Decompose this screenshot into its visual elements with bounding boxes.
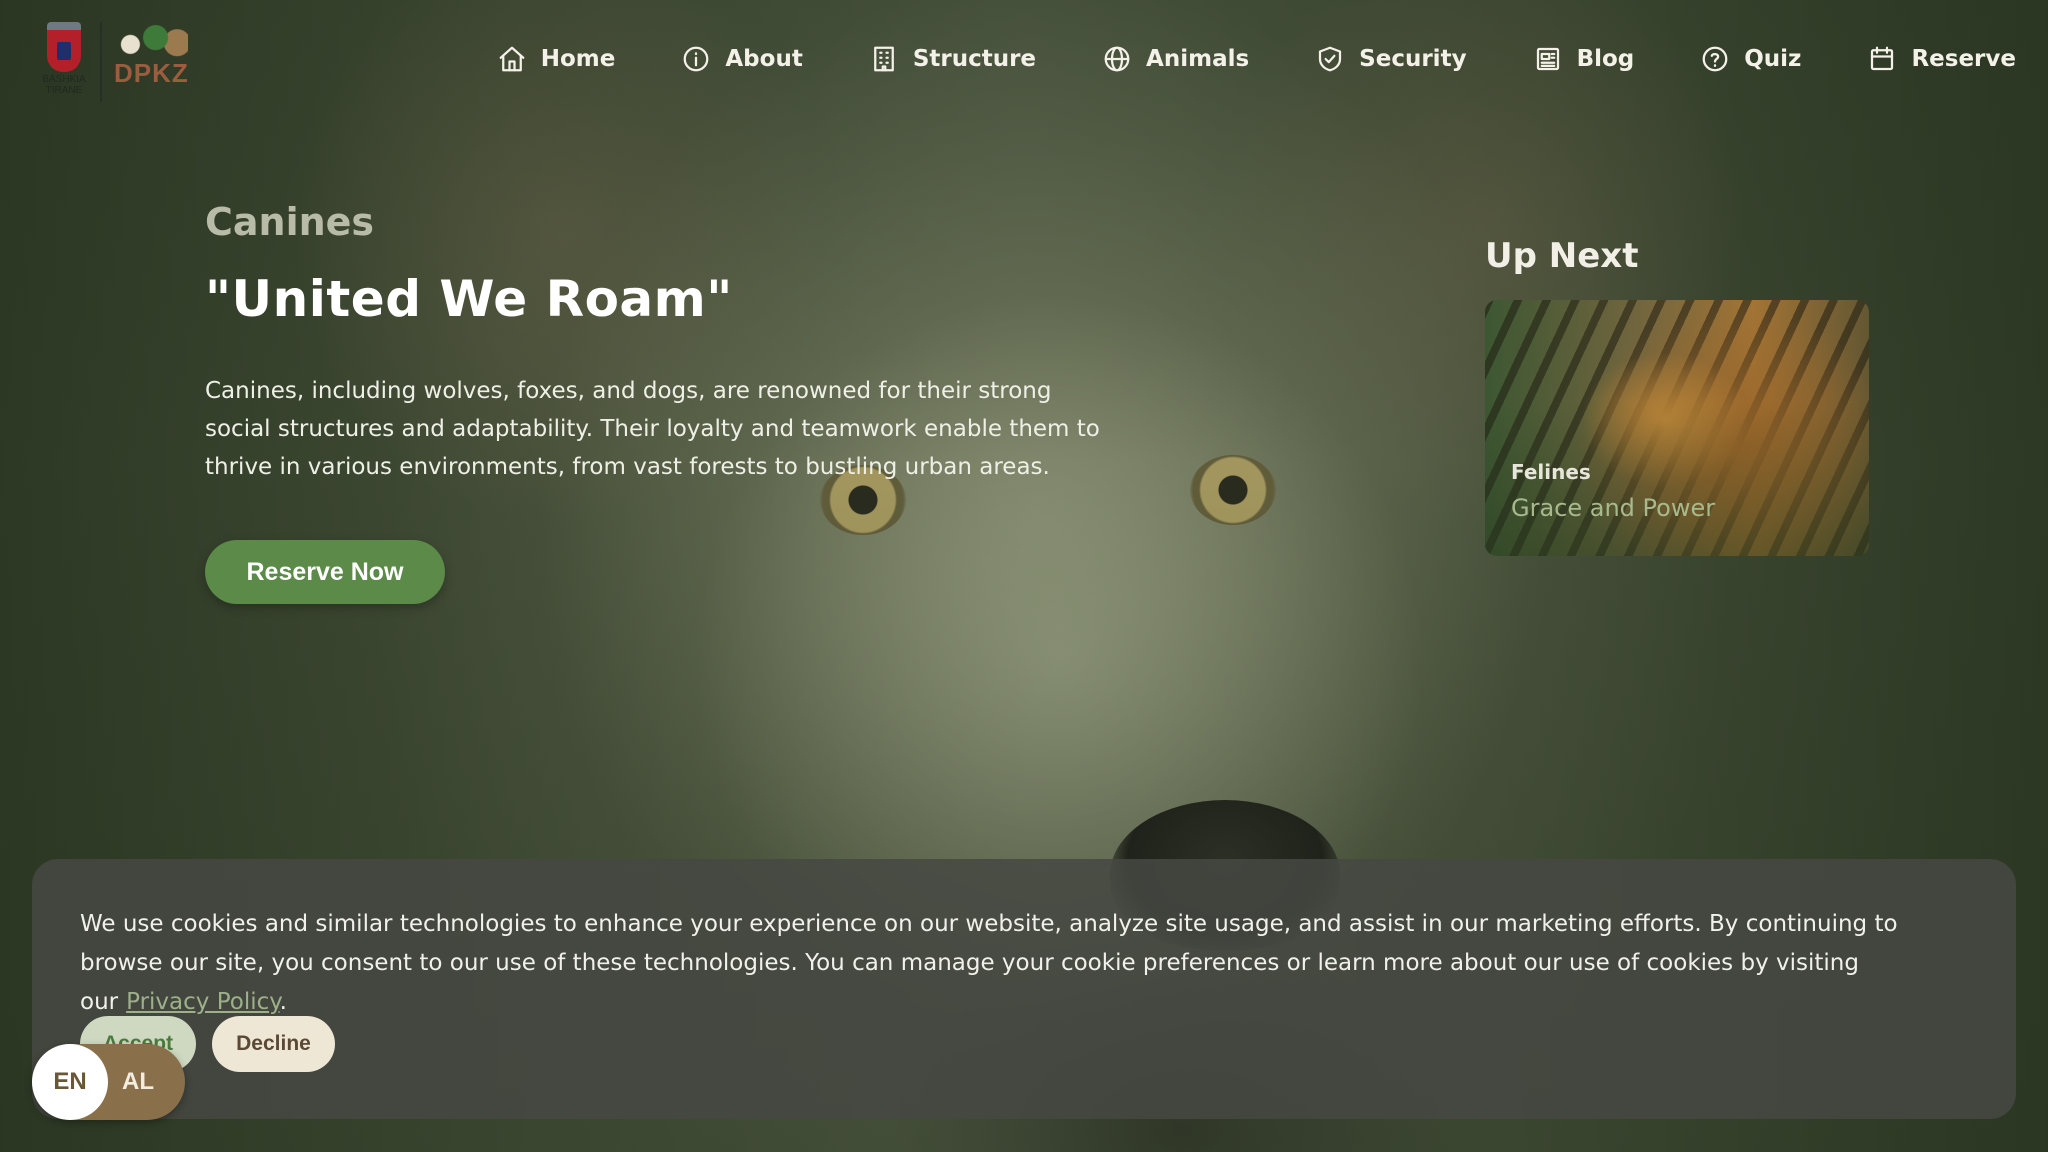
nav-blog[interactable]: Blog <box>1533 44 1635 74</box>
home-icon <box>497 44 527 74</box>
nav-label: Structure <box>912 46 1037 72</box>
up-next-panel: Up Next Felines Grace and Power <box>1485 236 1869 556</box>
newspaper-icon <box>1533 44 1563 74</box>
info-icon <box>681 44 711 74</box>
up-next-card-category: Felines <box>1511 460 1591 484</box>
cookie-banner: We use cookies and similar technologies … <box>32 859 2016 1119</box>
dpkz-animals-icon <box>116 24 188 58</box>
nav-structure[interactable]: Structure <box>869 44 1036 74</box>
nav-label: Reserve <box>1911 46 2016 72</box>
language-switcher[interactable]: EN AL <box>32 1044 185 1120</box>
nav-label: Blog <box>1576 46 1635 72</box>
nav-label: Home <box>540 46 616 72</box>
language-option-en[interactable]: EN <box>32 1044 108 1120</box>
tirana-crest-logo[interactable]: BASHKIA TIRANE <box>38 22 90 104</box>
nav-label: Security <box>1359 46 1467 72</box>
city-name: BASHKIA TIRANE <box>42 74 86 96</box>
nav-label: About <box>725 46 803 72</box>
nav-quiz[interactable]: Quiz <box>1700 44 1801 74</box>
calendar-icon <box>1867 44 1897 74</box>
nav-label: Quiz <box>1744 46 1802 72</box>
nav-animals[interactable]: Animals <box>1102 44 1249 74</box>
cookie-text: We use cookies and similar technologies … <box>80 905 1980 1022</box>
hero-description: Canines, including wolves, foxes, and do… <box>205 378 1100 480</box>
crest-shield-icon <box>47 22 81 72</box>
nav-reserve[interactable]: Reserve <box>1867 44 2016 74</box>
hero-headline: "United We Roam" <box>205 270 733 328</box>
nav-about[interactable]: About <box>681 44 803 74</box>
nav-home[interactable]: Home <box>497 44 616 74</box>
shield-check-icon <box>1315 44 1345 74</box>
globe-icon <box>1102 44 1132 74</box>
hero-section: Canines "United We Roam" Canines, includ… <box>205 200 1125 604</box>
language-option-al[interactable]: AL <box>122 1044 154 1120</box>
up-next-card-subtitle: Grace and Power <box>1511 494 1716 522</box>
hero-category: Canines <box>205 200 375 244</box>
help-circle-icon <box>1700 44 1730 74</box>
nav-label: Animals <box>1146 46 1250 72</box>
dpkz-logo[interactable]: DPKZ <box>112 22 192 102</box>
up-next-card-felines[interactable]: Felines Grace and Power <box>1485 300 1869 556</box>
dpkz-wordmark: DPKZ <box>114 58 189 88</box>
main-nav: Home About Structure Animals Security Bl… <box>497 44 2016 74</box>
site-header: BASHKIA TIRANE DPKZ Home About Structure <box>0 0 2048 130</box>
nav-security[interactable]: Security <box>1315 44 1467 74</box>
cookie-trailing: . <box>279 989 287 1015</box>
decline-cookies-button[interactable]: Decline <box>212 1016 335 1072</box>
logo-divider <box>100 22 102 102</box>
cookie-message: We use cookies and similar technologies … <box>80 911 1898 1015</box>
privacy-policy-link[interactable]: Privacy Policy <box>126 989 279 1015</box>
logo-group[interactable]: BASHKIA TIRANE DPKZ <box>38 22 192 104</box>
building-icon <box>869 44 899 74</box>
up-next-title: Up Next <box>1485 236 1639 276</box>
reserve-now-button[interactable]: Reserve Now <box>205 540 445 604</box>
